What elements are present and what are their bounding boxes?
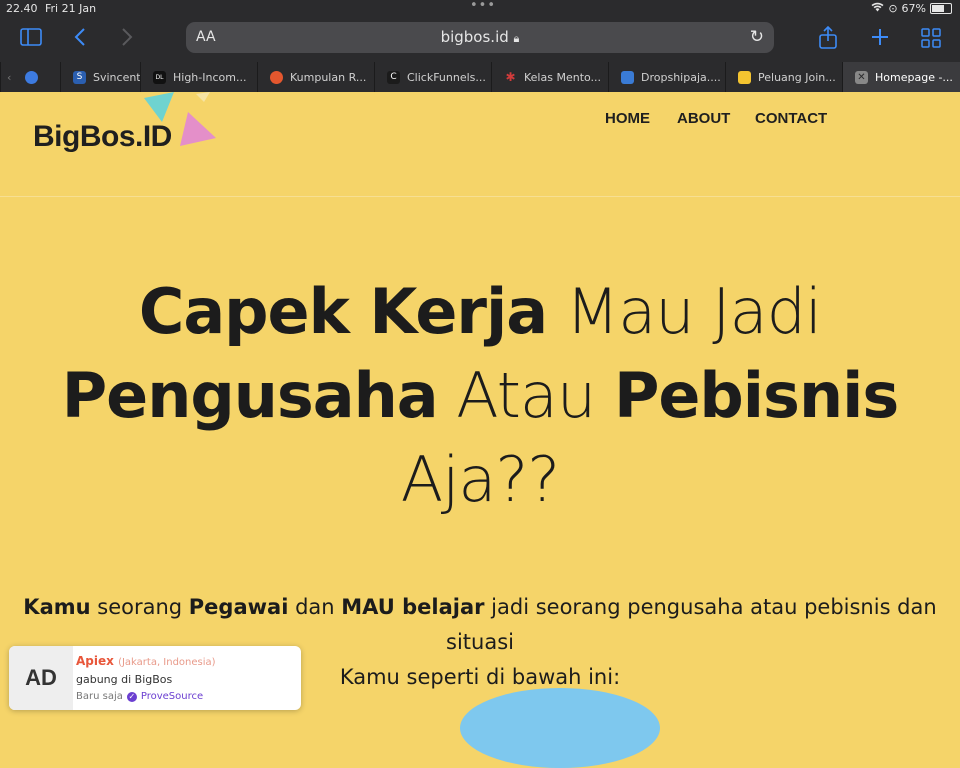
share-icon[interactable]: [818, 25, 838, 53]
tab-kelas-mentor[interactable]: ✱ Kelas Mento...: [491, 62, 608, 92]
status-bar: 22.40 Fri 21 Jan ••• ⊙ 67%: [0, 0, 960, 18]
tab-label: Svincent: [93, 70, 140, 84]
browser-chrome: 22.40 Fri 21 Jan ••• ⊙ 67% AA bigbos.id …: [0, 0, 960, 92]
wifi-icon: [871, 2, 884, 15]
hero-bold-3: Pebisnis: [613, 359, 899, 432]
ad-message: gabung di BigBos: [76, 673, 173, 686]
tab-overview-icon[interactable]: [921, 28, 941, 51]
tab-svincent[interactable]: S Svincent: [60, 62, 140, 92]
intro-text-2: dan: [288, 595, 342, 619]
status-indicators: ⊙ 67%: [871, 2, 952, 15]
clickfunnels-favicon: C: [387, 70, 400, 84]
intro-bold-2: Pegawai: [188, 595, 289, 619]
tab-label: High-Incom...: [173, 70, 247, 84]
tab-label: Dropshipaja....: [641, 70, 721, 84]
kumpulan-favicon: [270, 70, 283, 84]
tab-homepage[interactable]: ✕ Homepage -...: [842, 62, 960, 92]
ad-footer: Baru saja ✓ ProveSource: [76, 691, 203, 702]
new-tab-icon[interactable]: [870, 27, 890, 50]
intro-bold-3: MAU belajar: [341, 595, 485, 619]
status-time: 22.40: [6, 2, 38, 15]
ad-time: Baru saja: [76, 691, 123, 702]
orientation-lock-icon: ⊙: [888, 2, 898, 15]
nav-home[interactable]: HOME: [605, 110, 650, 127]
tab-label: Kelas Mento...: [524, 70, 602, 84]
tab-label: Kumpulan R...: [290, 70, 367, 84]
back-icon[interactable]: [74, 27, 86, 50]
social-proof-popup[interactable]: AD Apiex (Jakarta, Indonesia) gabung di …: [9, 646, 301, 710]
forward-icon[interactable]: [121, 27, 133, 50]
tab-label: Peluang Join...: [758, 70, 836, 84]
hero-bold-1: Capek Kerja: [138, 275, 548, 348]
tab-peluang[interactable]: Peluang Join...: [725, 62, 842, 92]
address-bar[interactable]: AA bigbos.id 🔒︎ ↻: [186, 22, 774, 53]
nav-contact[interactable]: CONTACT: [755, 110, 827, 127]
dan-lok-favicon: DL: [153, 70, 166, 84]
dropshipaja-favicon: [621, 70, 634, 84]
ad-location: (Jakarta, Indonesia): [118, 657, 216, 668]
site-logo[interactable]: BigBos.ID: [33, 120, 172, 154]
tab-label: ClickFunnels...: [407, 70, 486, 84]
hero-bold-2: Pengusaha: [61, 359, 439, 432]
tab-high-income[interactable]: DL High-Incom...: [140, 62, 257, 92]
intro-bold-1: Kamu: [23, 595, 91, 619]
tab-clickfunnels[interactable]: C ClickFunnels...: [374, 62, 491, 92]
tab-dropshipaja[interactable]: Dropshipaja....: [608, 62, 725, 92]
svincent-favicon: S: [73, 70, 86, 84]
hero-headline: Capek Kerja Mau Jadi Pengusaha Atau Pebi…: [40, 270, 920, 522]
hero-light-3: Aja??: [400, 443, 560, 516]
tab-kumpulan[interactable]: Kumpulan R...: [257, 62, 374, 92]
intro-text-1: seorang: [90, 595, 189, 619]
hero-light-1: Mau Jadi: [547, 275, 822, 348]
kelas-favicon: ✱: [505, 69, 516, 84]
tab-label: Homepage -...: [875, 70, 953, 84]
url-label: bigbos.id: [440, 28, 509, 46]
status-date: Fri 21 Jan: [45, 2, 97, 15]
close-tab-icon[interactable]: ✕: [855, 70, 868, 84]
decorative-blob: [460, 688, 660, 768]
intro-text-3: jadi seorang pengusaha atau pebisnis dan…: [446, 595, 937, 654]
sidebar-icon[interactable]: [20, 28, 42, 49]
intro-text-4: Kamu seperti di bawah ini:: [339, 665, 621, 689]
ad-name: Apiex (Jakarta, Indonesia): [76, 654, 216, 668]
tab-pinned[interactable]: ‹: [0, 62, 60, 92]
ad-brand[interactable]: ProveSource: [141, 691, 203, 702]
nav-about[interactable]: ABOUT: [677, 110, 730, 127]
tab-overflow-icon: ‹: [7, 70, 12, 84]
peluang-favicon: [738, 70, 751, 84]
hero-light-2: Atau: [437, 359, 614, 432]
tab-bar: ‹ S Svincent DL High-Incom... Kumpulan R…: [0, 62, 960, 92]
battery-icon: [930, 3, 952, 14]
reload-icon[interactable]: ↻: [750, 27, 764, 47]
multitask-dots-icon[interactable]: •••: [470, 0, 496, 13]
ad-badge: AD: [9, 646, 73, 710]
google-docs-favicon: [25, 70, 39, 84]
lock-icon: 🔒︎: [513, 32, 520, 45]
battery-percent: 67%: [901, 2, 926, 15]
ad-person: Apiex: [76, 654, 114, 668]
url-text[interactable]: bigbos.id 🔒︎: [186, 28, 774, 46]
verified-check-icon: ✓: [126, 691, 137, 702]
